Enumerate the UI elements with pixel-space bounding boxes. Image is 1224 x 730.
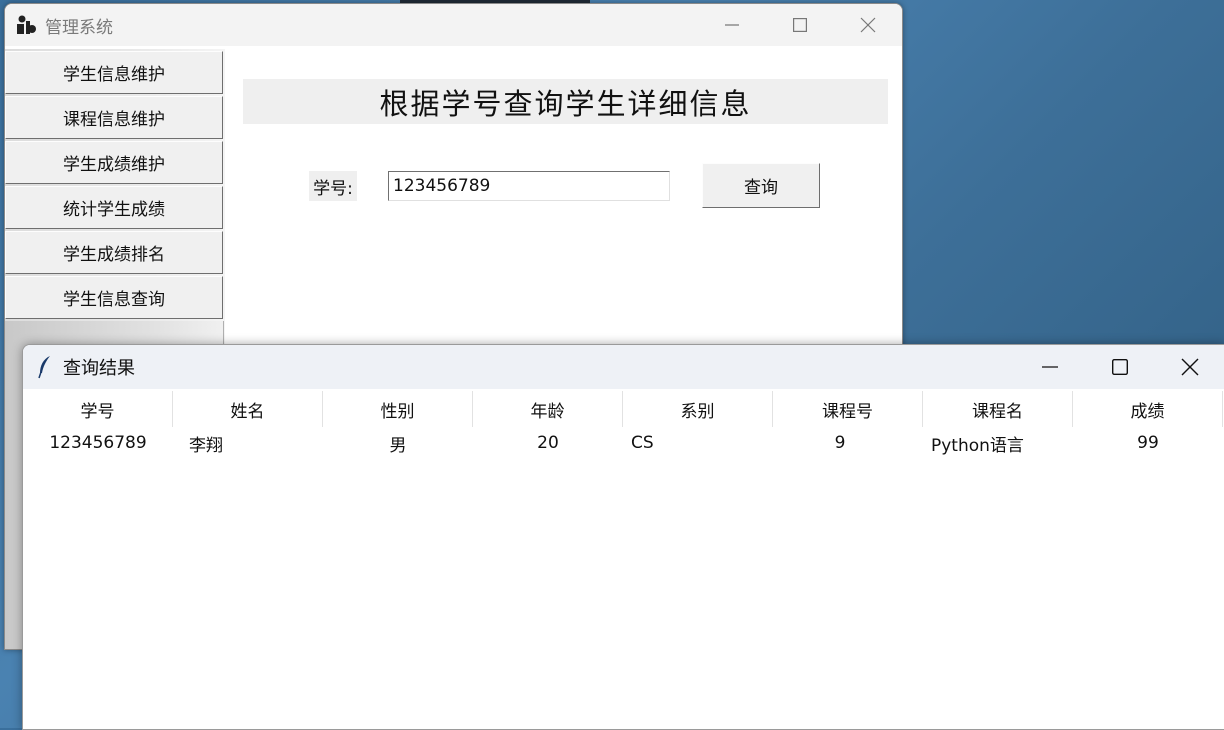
close-icon	[1181, 358, 1199, 376]
sidebar-item-label: 课程信息维护	[63, 110, 165, 130]
close-button[interactable]	[1155, 345, 1224, 389]
sidebar-item-score-ranking[interactable]: 学生成绩排名	[5, 231, 223, 274]
cell-gender: 男	[389, 435, 407, 456]
main-window-titlebar[interactable]: 管理系统	[5, 4, 902, 46]
column-header-score[interactable]: 成绩	[1073, 391, 1223, 427]
student-id-label: 学号:	[309, 171, 357, 201]
maximize-icon	[1112, 359, 1128, 375]
result-window-title: 查询结果	[63, 358, 135, 379]
sidebar-item-label: 学生成绩排名	[63, 245, 165, 265]
sidebar-item-score-maintain[interactable]: 学生成绩维护	[5, 141, 223, 184]
cell-department: CS	[631, 433, 654, 453]
minimize-button[interactable]	[698, 4, 766, 46]
sidebar-item-score-stats[interactable]: 统计学生成绩	[5, 186, 223, 229]
column-header-age[interactable]: 年龄	[473, 391, 623, 427]
result-window: 查询结果 学号 姓名 性别 年龄 系别 课程号 课程名 成绩 123456789	[22, 344, 1224, 730]
app-icon	[17, 15, 36, 34]
minimize-icon	[1042, 366, 1058, 368]
column-header-department[interactable]: 系别	[623, 391, 773, 427]
sidebar-item-student-query[interactable]: 学生信息查询	[5, 276, 223, 319]
sidebar-item-course-info[interactable]: 课程信息维护	[5, 96, 223, 139]
column-header-student-id[interactable]: 学号	[23, 391, 173, 427]
cell-student-id: 123456789	[49, 433, 147, 453]
sidebar-item-label: 学生信息维护	[63, 65, 165, 85]
column-header-course-id[interactable]: 课程号	[773, 391, 923, 427]
table-row[interactable]: 123456789 李翔 男 20 CS 9 Python语言 99	[23, 427, 1223, 459]
close-icon	[860, 17, 876, 33]
minimize-icon	[725, 24, 739, 26]
sidebar-item-label: 统计学生成绩	[63, 200, 165, 220]
maximize-button[interactable]	[1085, 345, 1155, 389]
maximize-icon	[793, 18, 807, 32]
main-window-title: 管理系统	[45, 17, 113, 38]
sidebar-item-student-info[interactable]: 学生信息维护	[5, 51, 223, 94]
column-header-name[interactable]: 姓名	[173, 391, 323, 427]
maximize-button[interactable]	[766, 4, 834, 46]
feather-icon	[38, 356, 50, 379]
cell-score: 99	[1137, 433, 1159, 453]
cell-name: 李翔	[189, 435, 223, 456]
column-header-course-name[interactable]: 课程名	[923, 391, 1073, 427]
close-button[interactable]	[834, 4, 902, 46]
cell-course-name: Python语言	[931, 435, 1024, 456]
cell-age: 20	[537, 433, 559, 453]
page-title: 根据学号查询学生详细信息	[243, 79, 888, 124]
student-id-input[interactable]	[388, 171, 670, 201]
table-header: 学号 姓名 性别 年龄 系别 课程号 课程名 成绩	[23, 391, 1223, 427]
sidebar-item-label: 学生信息查询	[63, 290, 165, 310]
query-button[interactable]: 查询	[702, 163, 820, 208]
column-header-gender[interactable]: 性别	[323, 391, 473, 427]
cell-course-id: 9	[834, 433, 846, 453]
result-window-titlebar[interactable]: 查询结果	[23, 345, 1224, 389]
minimize-button[interactable]	[1015, 345, 1085, 389]
result-table: 学号 姓名 性别 年龄 系别 课程号 课程名 成绩 123456789 李翔 男…	[23, 391, 1223, 459]
sidebar-item-label: 学生成绩维护	[63, 155, 165, 175]
